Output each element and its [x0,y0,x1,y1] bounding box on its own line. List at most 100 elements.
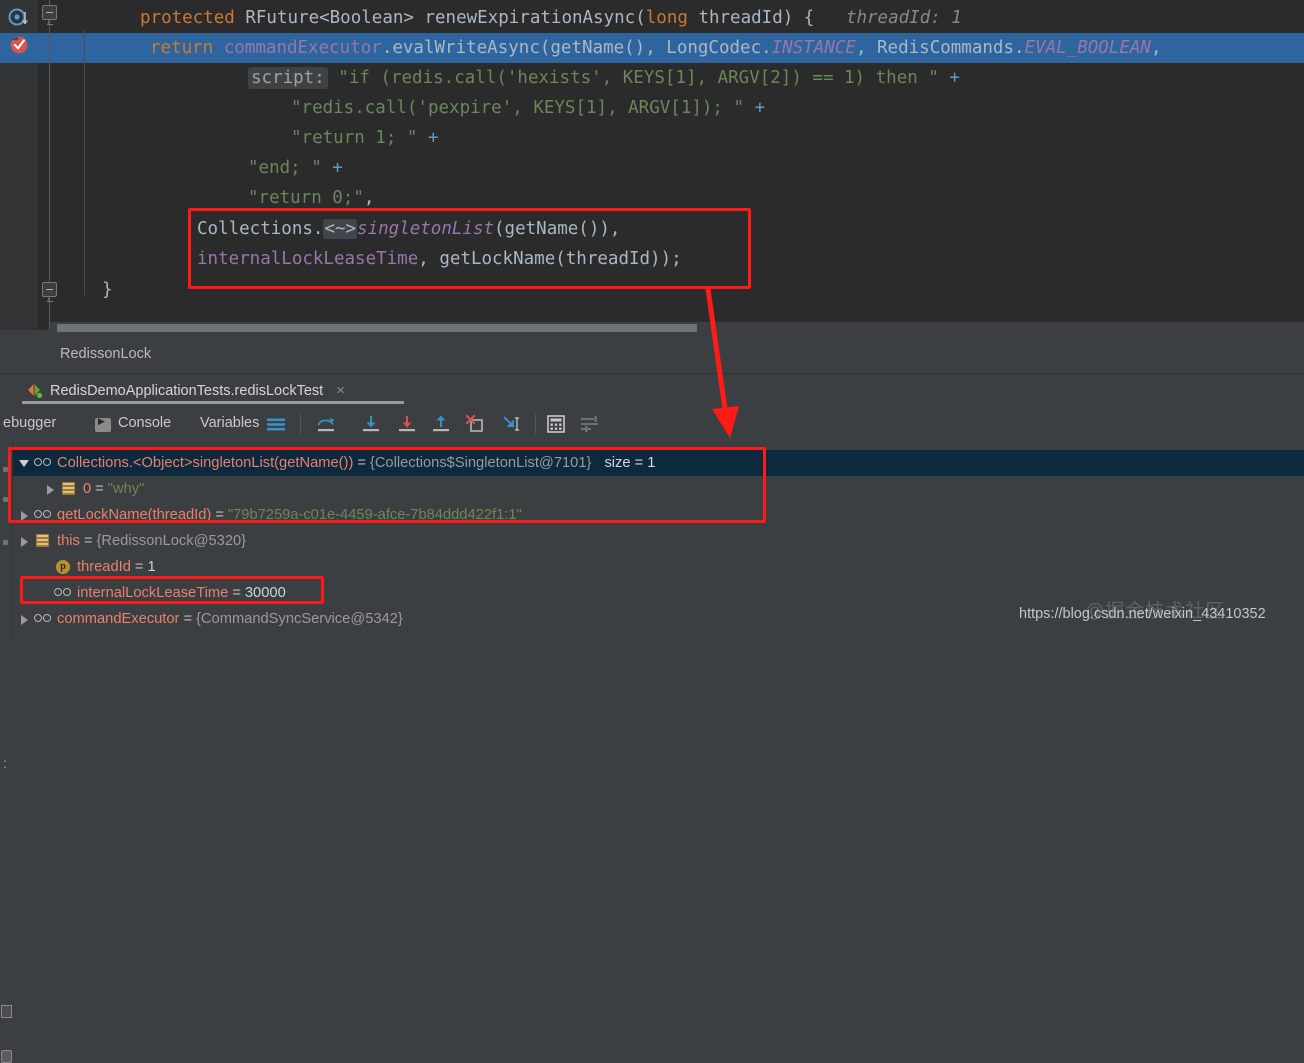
strip-button-upper[interactable] [1,1005,12,1018]
variable-row[interactable]: this = {RedissonLock@5320} [12,528,1304,554]
variable-name: 0 [83,481,92,497]
code-token: script: [248,67,328,89]
code-editor[interactable]: protected RFuture<Boolean> renewExpirati… [0,0,1304,333]
code-token: , RedisCommands. [855,38,1025,58]
variable-value: 1 [147,559,156,575]
tab-variables[interactable]: Variables [200,415,259,431]
settings-icon[interactable] [578,414,602,434]
code-line: } [102,275,113,305]
run-to-cursor-icon[interactable] [500,414,524,434]
drop-frame-icon[interactable] [464,414,488,434]
code-token: , [1150,38,1162,58]
code-fold-toggle-top[interactable] [42,5,57,20]
variable-equals: = [183,611,193,627]
code-token: , [363,188,375,208]
variable-row[interactable]: getLockName(threadId) = "79b7259a-c01e-445… [12,502,1304,528]
watch-glasses-icon [34,507,53,523]
code-token: RFuture<Boolean> [245,8,425,28]
watch-glasses-icon [34,455,53,471]
variable-value: {Collections$SingletonList@7101} [369,455,592,471]
code-token: INSTANCE [771,38,856,58]
method-override-icon[interactable] [8,8,30,30]
chevron-right-icon[interactable] [44,483,57,496]
code-token: "redis.call('pexpire', KEYS[1], ARGV[1])… [291,98,745,118]
variable-equals: = [215,507,224,523]
code-line: "redis.call('pexpire', KEYS[1], ARGV[1])… [291,93,765,123]
watch-glasses-icon [34,611,53,627]
code-token: "end; " [248,158,322,178]
breakpoint-verified-icon[interactable] [9,34,31,56]
code-token: ( [635,8,646,28]
watermark-url: https://blog.csdn.net/weixin_43410352 [1019,606,1266,622]
code-fold-toggle-bottom[interactable] [42,282,57,297]
code-token: + [321,158,343,178]
variable-value: 30000 [244,585,286,601]
code-token: "return 0;" [248,188,364,208]
code-token: , getLockName(threadId)); [418,249,682,269]
tab-console[interactable]: Console [118,415,171,431]
tab-debugger[interactable]: ebugger [3,415,56,431]
variable-row[interactable]: 0 = "why" [12,476,1304,502]
tab-redis-lock-test[interactable]: RedisDemoApplicationTests.redisLockTest … [22,377,349,404]
test-run-icon [28,383,43,398]
left-edge-colon: : [3,755,7,771]
variable-name: commandExecutor [57,611,180,627]
close-icon[interactable]: × [336,382,345,399]
code-token: threadId) { [687,8,825,28]
indent-guide [84,30,85,295]
variable-name: Collections.<Object>singletonList(getNam… [57,455,354,471]
evaluate-expression-icon[interactable] [545,414,569,434]
variable-name: this [57,533,80,549]
code-token: singletonList [357,219,495,239]
code-line: "return 0;", [248,183,374,213]
code-token: "if (redis.call('hexists', KEYS[1], ARGV… [327,68,939,88]
strip-marker [3,497,8,502]
variable-value: "79b7259a-c01e-4459-afce-7b84ddd422f1:1" [227,507,522,523]
strip-marker [3,467,8,472]
variable-row[interactable]: p threadId = 1 [12,554,1304,580]
variable-equals: = [232,585,241,601]
code-token: internalLockLeaseTime [197,249,419,269]
mute-breakpoints-icon[interactable] [266,417,286,432]
strip-button-lower[interactable] [1,1050,12,1063]
variable-value: "why" [107,481,145,497]
variable-value: {CommandSyncService@5342} [196,611,403,627]
code-token: + [417,128,439,148]
code-token: long [645,8,688,28]
chevron-down-icon[interactable] [18,457,31,470]
chevron-right-icon[interactable] [18,613,31,626]
code-token: commandExecutor [223,38,382,58]
code-token: (getName()) [494,219,610,239]
variable-equals: = [95,481,104,497]
step-into-icon[interactable] [360,414,384,434]
code-token: , [609,219,621,239]
code-token: renewExpirationAsync [424,8,636,28]
watch-glasses-icon [54,585,73,601]
object-list-icon [60,481,79,497]
parameter-icon: p [54,559,73,575]
breadcrumb-bar: RedissonLock [0,340,1304,373]
chevron-right-icon[interactable] [18,535,31,548]
editor-hscrollbar-thumb[interactable] [57,324,697,332]
code-line: return commandExecutor.evalWriteAsync(ge… [150,33,1162,63]
console-icon [95,416,111,432]
code-token: Collections. [197,219,324,239]
code-line: script: "if (redis.call('hexists', KEYS[… [248,63,960,93]
variable-row[interactable]: Collections.<Object>singletonList(getNam… [12,450,1304,476]
gutter-divider [49,0,50,330]
step-out-icon[interactable] [430,414,454,434]
variable-equals: = [357,455,366,471]
step-over-icon[interactable] [315,414,339,434]
force-step-into-icon[interactable] [396,414,420,434]
variable-value: {RedissonLock@5320} [96,533,247,549]
code-line: protected RFuture<Boolean> renewExpirati… [140,3,962,33]
object-list-icon [34,533,53,549]
code-line: internalLockLeaseTime, getLockName(threa… [197,244,682,274]
debugger-toolbar: ebugger Console Variables [0,407,1304,440]
chevron-right-icon[interactable] [18,509,31,522]
variable-name: getLockName(threadId) [57,507,212,523]
code-token: <~> [323,219,358,239]
breadcrumb[interactable]: RedissonLock [60,346,151,362]
